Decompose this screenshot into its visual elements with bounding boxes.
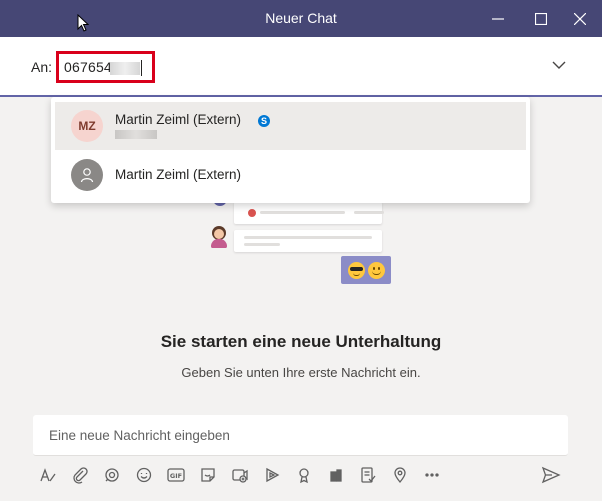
text-line — [244, 236, 372, 239]
compose-placeholder: Eine neue Nachricht eingeben — [49, 428, 230, 443]
emoji-button[interactable] — [131, 462, 157, 488]
send-icon — [541, 466, 561, 484]
person-icon — [80, 168, 94, 183]
more-icon — [425, 473, 439, 477]
suggestion-item[interactable]: Martin Zeiml (Extern) — [55, 151, 526, 199]
recipient-input-value: 067654 — [64, 59, 112, 75]
text-line — [354, 211, 384, 214]
stream-icon — [266, 467, 280, 483]
title-bar: Neuer Chat — [0, 0, 602, 37]
minimize-icon — [492, 17, 504, 20]
avatar-illustration — [209, 226, 229, 248]
maximize-icon — [535, 12, 547, 25]
meet-now-icon — [232, 469, 248, 483]
close-button[interactable] — [560, 0, 600, 37]
gif-icon: GIF — [167, 468, 185, 482]
approvals-button[interactable] — [355, 462, 381, 488]
format-button[interactable] — [35, 462, 61, 488]
loop-icon — [105, 468, 119, 482]
location-icon — [394, 467, 406, 484]
avatar — [71, 159, 103, 191]
attach-icon — [73, 467, 88, 484]
redacted-contact-detail — [115, 130, 157, 139]
svg-text:GIF: GIF — [170, 472, 182, 480]
praise-button[interactable] — [291, 462, 317, 488]
redacted-digits — [109, 61, 140, 75]
cool-emoji-icon — [347, 261, 365, 279]
empty-chat-illustration — [205, 190, 395, 290]
recipient-input[interactable]: 067654 — [56, 51, 155, 83]
text-line — [244, 243, 280, 246]
suggestion-name: Martin Zeiml (Extern) — [115, 167, 242, 182]
empty-state-title: Sie starten eine neue Unterhaltung — [160, 332, 442, 351]
sticker-icon — [201, 468, 215, 482]
maximize-button[interactable] — [521, 0, 561, 37]
stream-button[interactable] — [259, 462, 285, 488]
apps-icon — [330, 469, 342, 482]
mouse-cursor-icon — [77, 14, 89, 32]
emoji-icon — [136, 467, 152, 483]
recipient-bar: An: 067654 — [0, 37, 602, 97]
loop-button[interactable] — [99, 462, 125, 488]
avatar: MZ — [71, 110, 103, 142]
location-button[interactable] — [387, 462, 413, 488]
format-icon — [40, 468, 56, 482]
to-label: An: — [31, 59, 53, 75]
sticker-button[interactable] — [195, 462, 221, 488]
suggestion-name: Martin Zeiml (Extern) — [115, 112, 242, 127]
suggestion-dropdown: MZ Martin Zeiml (Extern) S Martin Zeiml … — [51, 97, 530, 203]
emoji-reply — [341, 256, 391, 284]
minimize-button[interactable] — [478, 0, 518, 37]
apps-button[interactable] — [323, 462, 349, 488]
message-compose-box[interactable]: Eine neue Nachricht eingeben — [33, 415, 568, 456]
praise-icon — [299, 468, 309, 484]
more-options-button[interactable] — [419, 462, 445, 488]
text-caret — [140, 60, 142, 77]
gif-button[interactable]: GIF — [163, 462, 189, 488]
message-card — [234, 202, 384, 224]
meet-now-button[interactable] — [227, 462, 253, 488]
skype-icon: S — [258, 115, 270, 127]
close-icon — [574, 12, 586, 25]
file-icon — [248, 209, 256, 217]
message-card — [234, 230, 382, 252]
smile-emoji-icon — [367, 261, 385, 279]
chevron-down-icon[interactable] — [552, 60, 566, 70]
approvals-icon — [361, 467, 376, 483]
attach-button[interactable] — [67, 462, 93, 488]
compose-toolbar: GIF — [35, 462, 455, 488]
suggestion-item[interactable]: MZ Martin Zeiml (Extern) S — [55, 102, 526, 150]
empty-state-subtitle: Geben Sie unten Ihre erste Nachricht ein… — [181, 365, 421, 380]
text-line — [260, 211, 345, 214]
send-button[interactable] — [538, 462, 564, 488]
